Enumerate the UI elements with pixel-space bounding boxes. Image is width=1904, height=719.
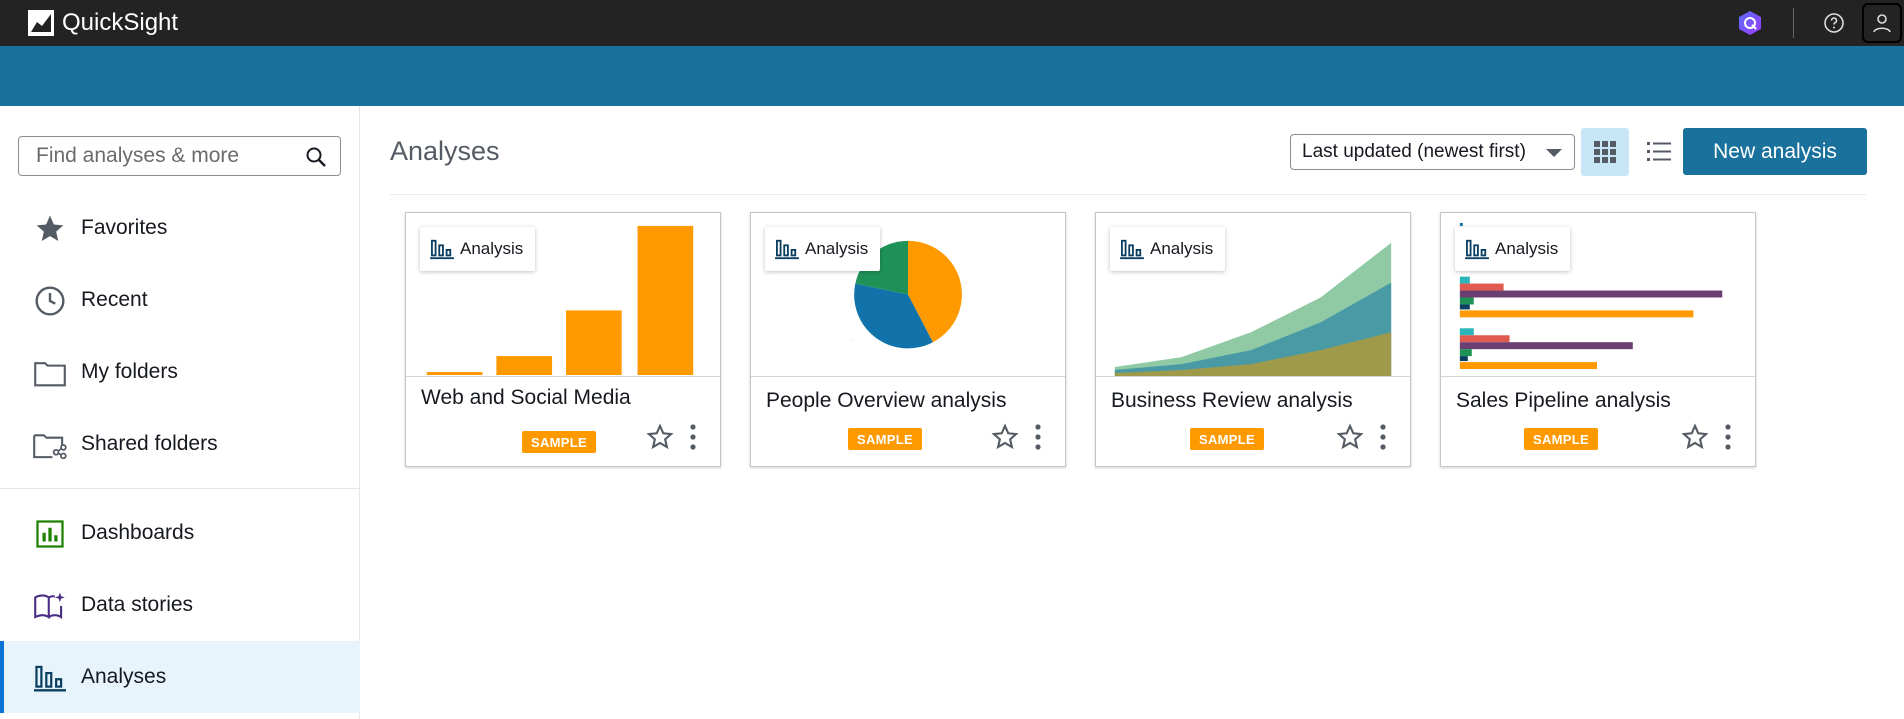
analysis-type-tag: Analysis — [1110, 227, 1226, 271]
analysis-card[interactable]: Analysis Sales Pipeline analysis SAMPLE — [1440, 212, 1756, 467]
analysis-name[interactable]: Business Review analysis — [1111, 389, 1353, 413]
analysis-type-label: Analysis — [1495, 239, 1559, 258]
favorite-star-icon[interactable] — [1681, 423, 1709, 451]
help-icon[interactable] — [1822, 11, 1846, 35]
sort-dropdown[interactable]: Last updated (newest first) — [1290, 134, 1575, 170]
sample-badge: SAMPLE — [1524, 428, 1598, 450]
analysis-type-label: Analysis — [460, 239, 524, 258]
svg-text:—: — — [851, 337, 854, 341]
analysis-card[interactable]: — — Analysis People Overview analysis SA… — [750, 212, 1066, 467]
analysis-type-tag: Analysis — [420, 227, 536, 271]
list-icon — [1647, 142, 1671, 161]
analysis-name[interactable]: Sales Pipeline analysis — [1456, 389, 1671, 413]
favorite-star-icon[interactable] — [991, 423, 1019, 451]
sidebar-item-data-stories[interactable]: Data stories — [0, 569, 360, 641]
analysis-icon — [430, 239, 454, 260]
toolbar-divider — [1793, 8, 1794, 38]
app-title: QuickSight — [62, 9, 179, 36]
header-banner — [0, 46, 1904, 106]
search-icon[interactable] — [304, 145, 328, 169]
book-sparkle-icon — [33, 589, 67, 623]
sidebar-item-shared-folders[interactable]: Shared folders — [0, 408, 360, 480]
analysis-icon — [1120, 239, 1144, 260]
analysis-type-tag: Analysis — [765, 227, 881, 271]
sidebar-item-label: Analyses — [81, 665, 167, 688]
analysis-type-label: Analysis — [1150, 239, 1214, 258]
clock-icon — [33, 284, 67, 318]
list-view-button[interactable] — [1635, 128, 1683, 176]
search-input[interactable] — [36, 144, 296, 168]
header-divider — [390, 194, 1866, 195]
analysis-type-tag: Analysis — [1455, 227, 1571, 271]
app-logo[interactable]: QuickSight — [28, 9, 178, 37]
amazon-q-icon[interactable] — [1737, 10, 1763, 36]
sidebar-item-label: Favorites — [81, 216, 168, 239]
analysis-name[interactable]: Web and Social Media — [421, 386, 631, 410]
sample-badge: SAMPLE — [1190, 428, 1264, 450]
more-options-icon[interactable] — [688, 423, 698, 451]
more-options-icon[interactable] — [1033, 423, 1043, 451]
user-menu-button[interactable] — [1862, 3, 1902, 43]
sidebar-item-analyses[interactable]: Analyses — [0, 641, 360, 713]
more-options-icon[interactable] — [1378, 423, 1388, 451]
sort-dropdown-value: Last updated (newest first) — [1302, 141, 1526, 162]
sidebar-item-label: Data stories — [81, 593, 194, 616]
main-content: Analyses Last updated (newest first) New… — [361, 106, 1904, 719]
more-options-icon[interactable] — [1723, 423, 1733, 451]
grid-view-button[interactable] — [1581, 128, 1629, 176]
sidebar-item-favorites[interactable]: Favorites — [0, 192, 360, 264]
bar-chart-icon — [33, 661, 67, 695]
sidebar-item-label: Shared folders — [81, 432, 218, 455]
folder-icon — [33, 356, 67, 390]
shared-folder-icon — [33, 428, 67, 462]
svg-text:—: — — [965, 282, 968, 286]
sidebar-item-my-folders[interactable]: My folders — [0, 336, 360, 408]
sample-badge: SAMPLE — [848, 428, 922, 450]
analysis-card[interactable]: Analysis Web and Social Media SAMPLE — [405, 212, 721, 467]
favorite-star-icon[interactable] — [646, 423, 674, 451]
sidebar-item-label: Dashboards — [81, 521, 195, 544]
grid-icon — [1594, 141, 1616, 163]
caret-down-icon — [1546, 149, 1562, 157]
top-bar: QuickSight — [0, 0, 1904, 46]
sidebar-item-dashboards[interactable]: Dashboards — [0, 497, 360, 569]
quicksight-logo-icon — [28, 10, 54, 36]
sidebar-item-recent[interactable]: Recent — [0, 264, 360, 336]
analysis-icon — [775, 239, 799, 260]
analysis-type-label: Analysis — [805, 239, 869, 258]
new-analysis-button[interactable]: New analysis — [1683, 128, 1867, 175]
analysis-card[interactable]: Analysis Business Review analysis SAMPLE — [1095, 212, 1411, 467]
analysis-name[interactable]: People Overview analysis — [766, 389, 1006, 413]
favorite-star-icon[interactable] — [1336, 423, 1364, 451]
search-box — [18, 136, 341, 176]
analysis-icon — [1465, 239, 1489, 260]
star-icon — [33, 212, 67, 246]
dashboard-icon — [33, 517, 67, 551]
sidebar-item-label: Recent — [81, 288, 148, 311]
sidebar-item-label: My folders — [81, 360, 178, 383]
user-icon — [1873, 14, 1891, 33]
page-title: Analyses — [390, 136, 500, 166]
sidebar: Favorites Recent My folders Shared folde… — [0, 106, 360, 719]
sample-badge: SAMPLE — [522, 431, 596, 453]
sidebar-divider — [0, 488, 360, 489]
